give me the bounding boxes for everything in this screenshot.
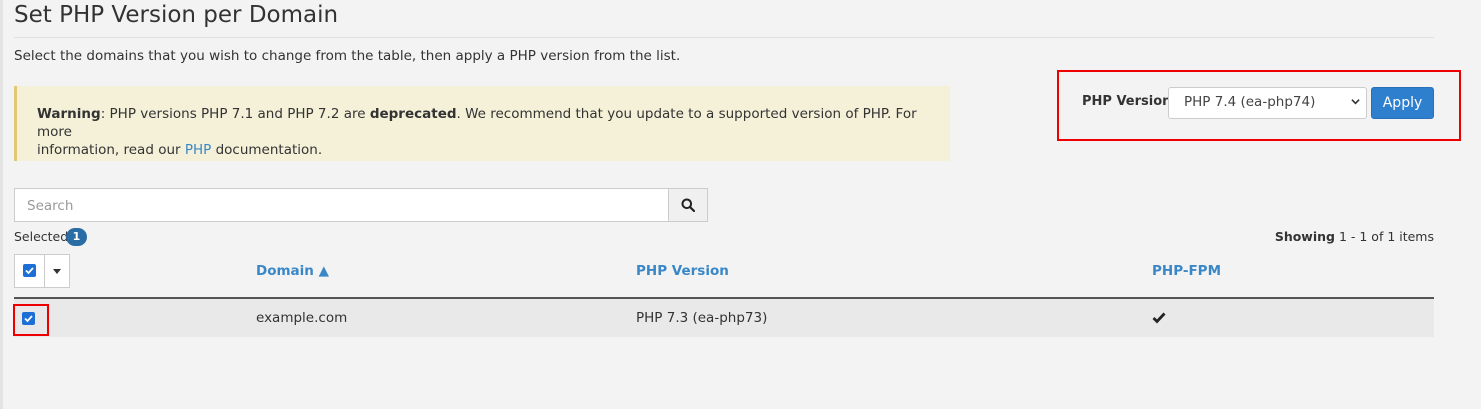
showing-items: Showing 1 - 1 of 1 items xyxy=(1275,229,1434,244)
showing-label: Showing xyxy=(1274,229,1335,244)
search-button[interactable] xyxy=(668,188,708,222)
checkmark-icon xyxy=(24,315,33,323)
selected-label: Selected xyxy=(14,229,69,244)
warning-deprecated: deprecated xyxy=(369,106,457,122)
php-version-select[interactable]: PHP 7.4 (ea-php74) xyxy=(1168,87,1367,119)
row-domain: example.com xyxy=(256,310,348,326)
page-title: Set PHP Version per Domain xyxy=(14,2,339,28)
caret-down-icon xyxy=(53,269,61,274)
column-header-php-version[interactable]: PHP Version xyxy=(636,263,729,279)
checkmark-icon xyxy=(25,267,34,275)
php-version-selected: PHP 7.4 (ea-php74) xyxy=(1184,94,1316,110)
select-all-checkbox-button[interactable] xyxy=(14,254,45,288)
php-version-label: PHP Version xyxy=(1082,94,1172,109)
showing-range: 1 - 1 of 1 items xyxy=(1334,229,1434,244)
deprecation-warning: Warning: PHP versions PHP 7.1 and PHP 7.… xyxy=(14,86,950,161)
selected-count-badge: 1 xyxy=(66,228,87,246)
select-all-checkbox[interactable] xyxy=(23,264,36,277)
search-input[interactable]: Search xyxy=(14,188,669,222)
row-checkbox[interactable] xyxy=(22,312,35,325)
warning-text-1: : PHP versions PHP 7.1 and PHP 7.2 are xyxy=(100,106,370,122)
page-left-border xyxy=(0,0,3,409)
warning-label: Warning xyxy=(37,106,101,122)
column-header-domain[interactable]: Domain ▲ xyxy=(256,263,329,279)
intro-text: Select the domains that you wish to chan… xyxy=(14,48,681,64)
warning-text-3: information, read our xyxy=(37,142,185,158)
search-icon xyxy=(681,198,695,212)
apply-button[interactable]: Apply xyxy=(1371,87,1434,119)
check-icon xyxy=(1152,312,1166,324)
chevron-down-icon xyxy=(1351,99,1360,105)
php-documentation-link[interactable]: PHP xyxy=(185,142,211,158)
column-header-php-fpm[interactable]: PHP-FPM xyxy=(1152,263,1221,279)
title-divider xyxy=(14,37,1434,38)
row-php-version: PHP 7.3 (ea-php73) xyxy=(636,310,768,326)
bulk-select-dropdown[interactable] xyxy=(44,254,70,288)
warning-text-4: documentation. xyxy=(211,142,323,158)
